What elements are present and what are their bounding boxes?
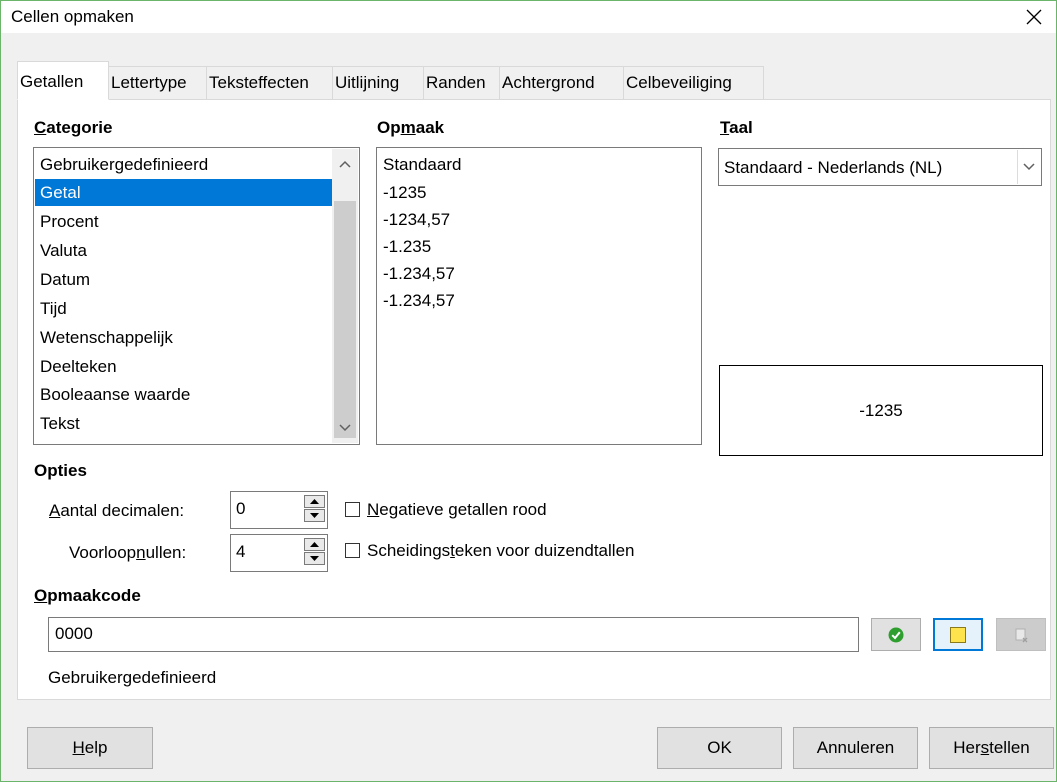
list-item[interactable]: Tijd — [35, 295, 332, 322]
increment-button[interactable] — [304, 495, 325, 508]
title-bar: Cellen opmaken — [1, 1, 1056, 33]
add-format-button[interactable] — [871, 618, 921, 651]
delete-icon — [1015, 628, 1028, 642]
category-heading: Categorie — [34, 118, 113, 137]
decrement-button[interactable] — [304, 552, 325, 565]
dialog-title: Cellen opmaken — [11, 7, 134, 26]
triangle-up-icon — [310, 499, 319, 504]
language-select[interactable]: Standaard - Nederlands (NL) — [718, 148, 1042, 186]
tab-uitlijning[interactable]: Uitlijning — [332, 66, 424, 99]
tab-label: Celbeveiliging — [626, 73, 732, 92]
format-code-heading: Opmaakcode — [34, 586, 141, 605]
ok-button[interactable]: OK — [657, 727, 782, 769]
decrement-button[interactable] — [304, 509, 325, 522]
list-item-selected[interactable]: Getal — [35, 179, 332, 206]
category-list[interactable]: Gebruikergedefinieerd Getal Procent Valu… — [33, 147, 360, 445]
scroll-thumb[interactable] — [334, 201, 356, 438]
tab-achtergrond[interactable]: Achtergrond — [499, 66, 624, 99]
list-item[interactable]: Procent — [35, 208, 332, 235]
close-button[interactable] — [1012, 1, 1056, 33]
list-item[interactable]: -1234,57 — [378, 206, 450, 233]
list-item[interactable]: -1.234,57 — [378, 260, 455, 287]
tab-label: Achtergrond — [502, 73, 595, 92]
thousands-separator-checkbox[interactable] — [345, 543, 360, 558]
edit-comment-button[interactable] — [933, 618, 983, 651]
check-circle-icon — [888, 627, 904, 642]
list-item[interactable]: Deelteken — [35, 353, 332, 380]
tab-lettertype[interactable]: Lettertype — [108, 66, 207, 99]
help-button[interactable]: Help — [27, 727, 153, 769]
tab-label: Uitlijning — [335, 73, 400, 92]
scroll-down-arrow[interactable] — [332, 415, 358, 441]
tab-label: Lettertype — [111, 73, 187, 92]
format-preview: -1235 — [719, 365, 1043, 456]
thousands-separator-label[interactable]: Scheidingsteken voor duizendtallen — [367, 541, 634, 561]
cancel-button[interactable]: Annuleren — [793, 727, 918, 769]
tab-label: Teksteffecten — [209, 73, 309, 92]
scroll-up-arrow[interactable] — [332, 151, 358, 177]
list-item[interactable]: Valuta — [35, 237, 332, 264]
list-item[interactable]: -1.234,57 — [378, 287, 455, 314]
format-list[interactable]: Standaard -1235 -1234,57 -1.235 -1.234,5… — [376, 147, 702, 445]
negative-red-checkbox[interactable] — [345, 502, 360, 517]
preview-value: -1235 — [859, 400, 903, 420]
decimals-value: 0 — [236, 499, 246, 518]
tab-celbeveiliging[interactable]: Celbeveiliging — [623, 66, 764, 99]
triangle-down-icon — [310, 513, 319, 518]
language-heading: Taal — [720, 118, 753, 137]
tab-label: Getallen — [20, 72, 84, 91]
increment-button[interactable] — [304, 538, 325, 551]
list-item[interactable]: -1.235 — [378, 233, 431, 260]
chevron-down-icon — [1023, 163, 1035, 171]
format-code-input[interactable]: 0000 — [48, 617, 859, 652]
list-item[interactable]: -1235 — [378, 179, 426, 206]
list-item[interactable]: Tekst — [35, 410, 332, 437]
triangle-up-icon — [310, 542, 319, 547]
reset-button[interactable]: Her s tellen — [929, 727, 1054, 769]
chevron-up-icon — [339, 160, 351, 168]
chevron-down-icon — [339, 424, 351, 432]
format-description: Gebruikergedefinieerd — [48, 668, 217, 687]
triangle-down-icon — [310, 556, 319, 561]
decimals-stepper[interactable]: 0 — [230, 491, 328, 529]
tab-label: Randen — [426, 73, 486, 92]
format-heading: Opmaak — [377, 118, 445, 137]
tab-randen[interactable]: Randen — [423, 66, 500, 99]
leading-zeros-stepper[interactable]: 4 — [230, 534, 328, 572]
format-cells-dialog: Cellen opmaken Getallen Lettertype Tekst… — [0, 0, 1057, 782]
list-item[interactable]: Datum — [35, 266, 332, 293]
list-item[interactable]: Gebruikergedefinieerd — [35, 151, 332, 178]
options-heading: Opties — [34, 461, 87, 480]
list-item[interactable]: Standaard — [378, 151, 461, 178]
language-value: Standaard - Nederlands (NL) — [724, 158, 943, 177]
delete-format-button[interactable] — [996, 618, 1046, 651]
note-icon — [950, 626, 966, 643]
list-item[interactable]: Wetenschappelijk — [35, 324, 332, 351]
negative-red-label[interactable]: Negatieve getallen rood — [367, 500, 547, 520]
category-scrollbar[interactable] — [332, 149, 358, 443]
close-icon — [1026, 9, 1042, 25]
leading-zeros-value: 4 — [236, 542, 246, 561]
dropdown-button[interactable] — [1017, 150, 1040, 184]
decimals-label: Aantal decimalen: — [49, 501, 185, 520]
tab-getallen[interactable]: Getallen — [17, 61, 109, 100]
list-item[interactable]: Booleaanse waarde — [35, 381, 332, 408]
leading-zeros-label: Voorloopnullen: — [69, 543, 187, 562]
tab-teksteffecten[interactable]: Teksteffecten — [206, 66, 333, 99]
